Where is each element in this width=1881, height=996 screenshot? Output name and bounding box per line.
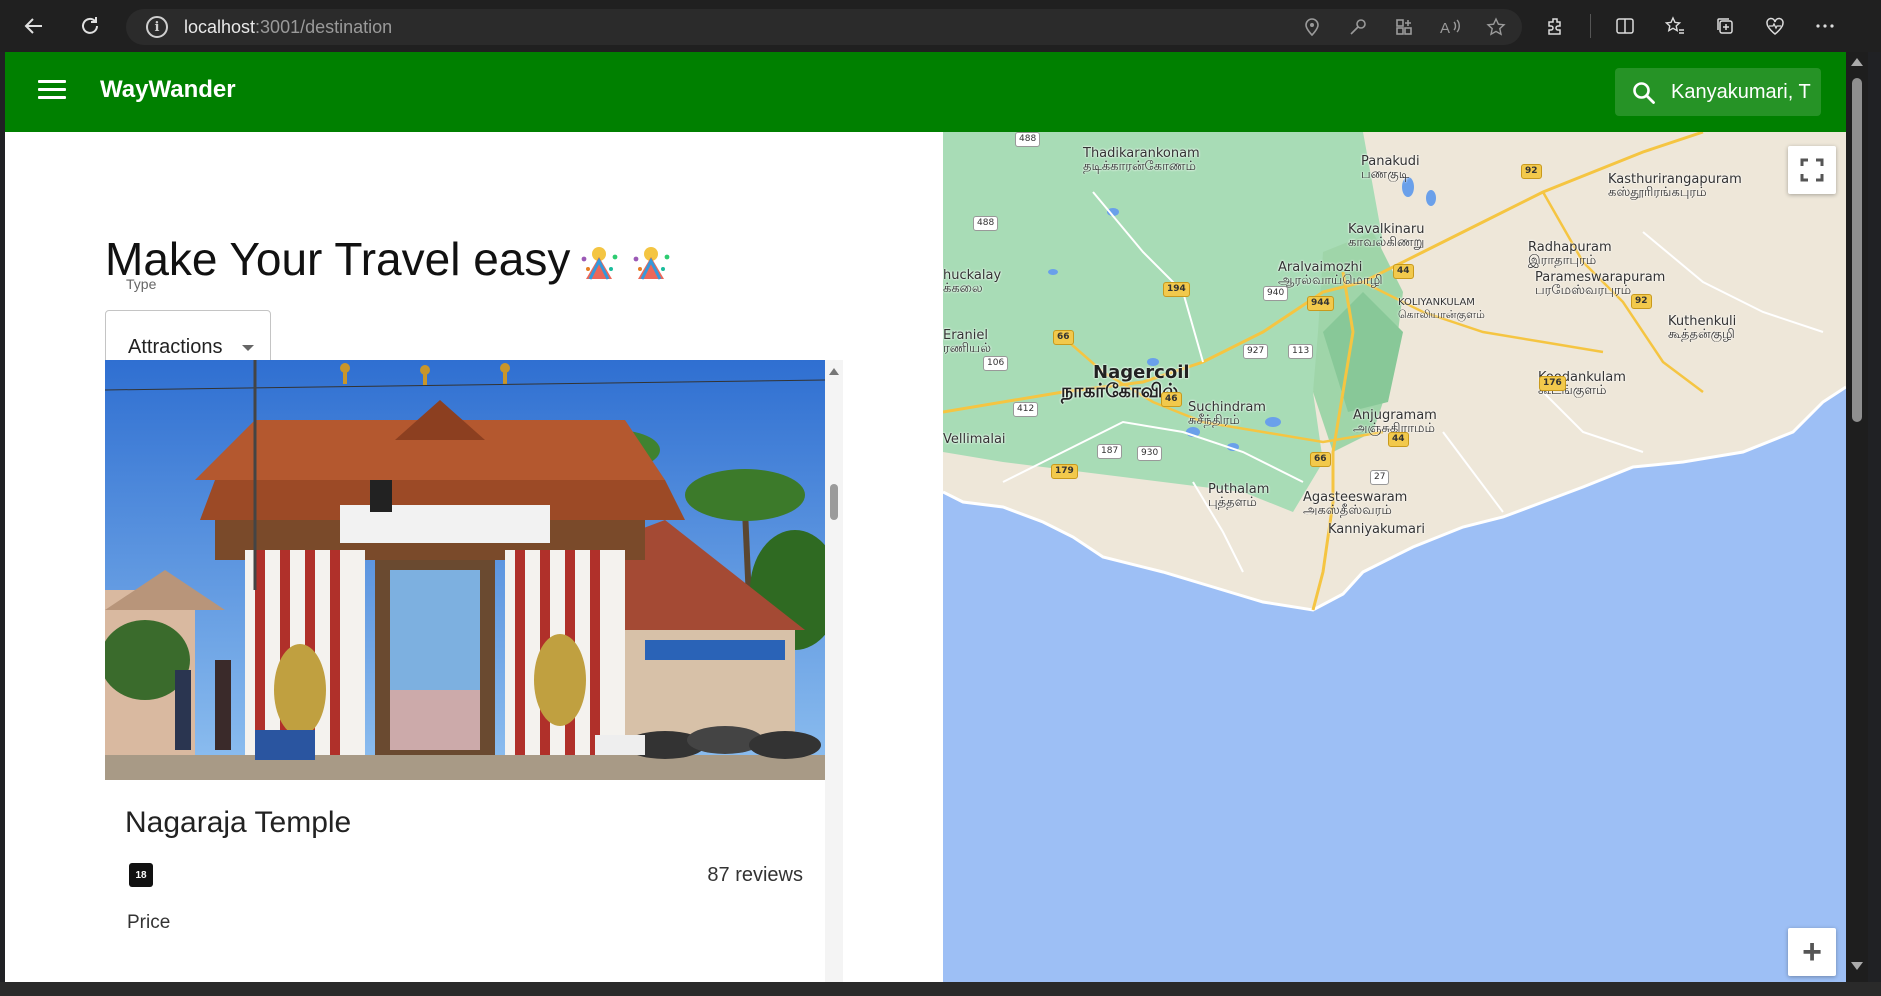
map-place-label: கொலியான்குளம் — [1398, 308, 1485, 321]
toolbar-divider — [1590, 14, 1591, 38]
map-canvas[interactable] — [943, 132, 1846, 982]
confetti-icon — [581, 246, 618, 280]
place-image — [105, 360, 825, 780]
road-shield: 106 — [983, 356, 1009, 371]
highway-shield: 194 — [1163, 282, 1190, 297]
highway-shield: 176 — [1539, 376, 1566, 391]
map-place-label: அகஸ்தீஸ்வரம் — [1303, 503, 1392, 518]
highway-shield: 944 — [1307, 296, 1334, 311]
road-shield: 488 — [1015, 132, 1041, 147]
menu-icon[interactable] — [35, 76, 69, 108]
page-title: Make Your Travel easy — [105, 232, 674, 286]
more-icon[interactable] — [1809, 10, 1841, 42]
road-shield: 187 — [1097, 444, 1123, 459]
road-shield: 940 — [1263, 286, 1289, 301]
map-place-label: Kanniyakumari — [1328, 522, 1425, 537]
favorites-icon[interactable] — [1659, 10, 1691, 42]
taskbar — [0, 982, 1881, 996]
scroll-up-arrow-icon[interactable] — [829, 368, 839, 375]
map-place-label: KOLIYANKULAM — [1398, 297, 1475, 308]
map-place-label: இராதாபுரம் — [1528, 253, 1597, 268]
location-icon[interactable] — [1298, 13, 1326, 41]
reload-icon[interactable] — [74, 10, 106, 42]
highway-shield: 179 — [1051, 464, 1078, 479]
type-select-value: Attractions — [128, 336, 223, 358]
map[interactable]: Thadikarankonam தடிக்காரன்கோணம் Panakudi பண… — [943, 132, 1846, 982]
health-icon[interactable] — [1759, 10, 1791, 42]
list-panel: Make Your Travel easy Type Attractions N… — [5, 132, 943, 982]
back-arrow-icon[interactable] — [18, 10, 50, 42]
confetti-icon — [633, 246, 670, 280]
apps-icon[interactable] — [1390, 13, 1418, 41]
search-input[interactable] — [1671, 68, 1821, 116]
extensions-icon[interactable] — [1540, 10, 1572, 42]
price-label: Price — [127, 912, 171, 933]
place-card[interactable]: Nagaraja Temple 18 87 reviews Price — [105, 360, 825, 982]
browser-chrome: i localhost:3001/destination A — [0, 0, 1881, 52]
map-place-label: சுசீந்திரம் — [1188, 413, 1240, 428]
highway-shield: 66 — [1053, 330, 1074, 345]
chevron-down-icon — [242, 345, 254, 351]
page-scrollbar[interactable] — [1846, 52, 1868, 982]
list-scroll-thumb[interactable] — [830, 484, 838, 520]
fullscreen-icon[interactable] — [1788, 146, 1836, 194]
highway-shield: 92 — [1521, 164, 1542, 179]
key-icon[interactable] — [1344, 13, 1372, 41]
map-place-label: கூத்தன்குழி — [1668, 327, 1735, 342]
road-shield: 927 — [1243, 344, 1269, 359]
highway-shield: 92 — [1631, 294, 1652, 309]
address-bar[interactable]: i localhost:3001/destination A — [126, 9, 1522, 45]
zoom-in-button[interactable]: + — [1788, 928, 1836, 976]
svg-text:A: A — [1440, 20, 1450, 37]
reviews-count: 87 reviews — [707, 864, 803, 886]
scroll-down-arrow-icon[interactable] — [1851, 962, 1863, 970]
page-scroll-thumb[interactable] — [1852, 78, 1862, 422]
map-place-label: பணகுடி — [1361, 167, 1410, 182]
map-place-label: பரமேஸ்வரபுரம் — [1535, 283, 1632, 298]
split-screen-icon[interactable] — [1609, 10, 1641, 42]
map-place-label: Vellimalai — [943, 432, 1006, 447]
map-place-label: கஸ்தூரிரங்கபுரம் — [1608, 185, 1707, 200]
type-label: Type — [122, 276, 161, 292]
highway-shield: 46 — [1161, 392, 1182, 407]
collections-icon[interactable] — [1709, 10, 1741, 42]
road-shield: 488 — [973, 216, 999, 231]
highway-shield: 44 — [1388, 432, 1409, 447]
app-bar: WayWander — [5, 52, 1846, 132]
road-shield: 113 — [1288, 344, 1314, 359]
places-list[interactable]: Nagaraja Temple 18 87 reviews Price — [105, 360, 845, 982]
place-title[interactable]: Nagaraja Temple — [125, 806, 351, 840]
road-shield: 930 — [1137, 446, 1163, 461]
highway-shield: 44 — [1393, 264, 1414, 279]
search-box[interactable] — [1615, 68, 1821, 116]
rating-badge: 18 — [129, 863, 153, 887]
road-shield: 412 — [1013, 402, 1039, 417]
read-aloud-icon[interactable]: A — [1436, 13, 1464, 41]
favorite-star-icon[interactable] — [1482, 13, 1510, 41]
search-icon — [1633, 82, 1655, 104]
map-place-label: புத்தளம் — [1208, 495, 1257, 510]
map-place-label: ஆரல்வாய்மொழி — [1278, 273, 1383, 288]
road-shield: 27 — [1370, 470, 1390, 485]
map-place-label: தடிக்காரன்கோணம் — [1083, 159, 1196, 174]
scroll-up-arrow-icon[interactable] — [1851, 58, 1863, 66]
page-viewport: WayWander Make Your Travel easy Type — [5, 52, 1846, 982]
map-place-label: ரணியல் — [943, 341, 991, 356]
site-info-icon[interactable]: i — [146, 16, 168, 38]
url-text[interactable]: localhost:3001/destination — [184, 17, 392, 38]
map-place-label: க்கலை — [943, 281, 983, 296]
brand-title[interactable]: WayWander — [100, 76, 236, 104]
map-place-label: காவல்கிணறு — [1348, 235, 1425, 250]
highway-shield: 66 — [1310, 452, 1331, 467]
list-scrollbar[interactable] — [825, 360, 843, 982]
